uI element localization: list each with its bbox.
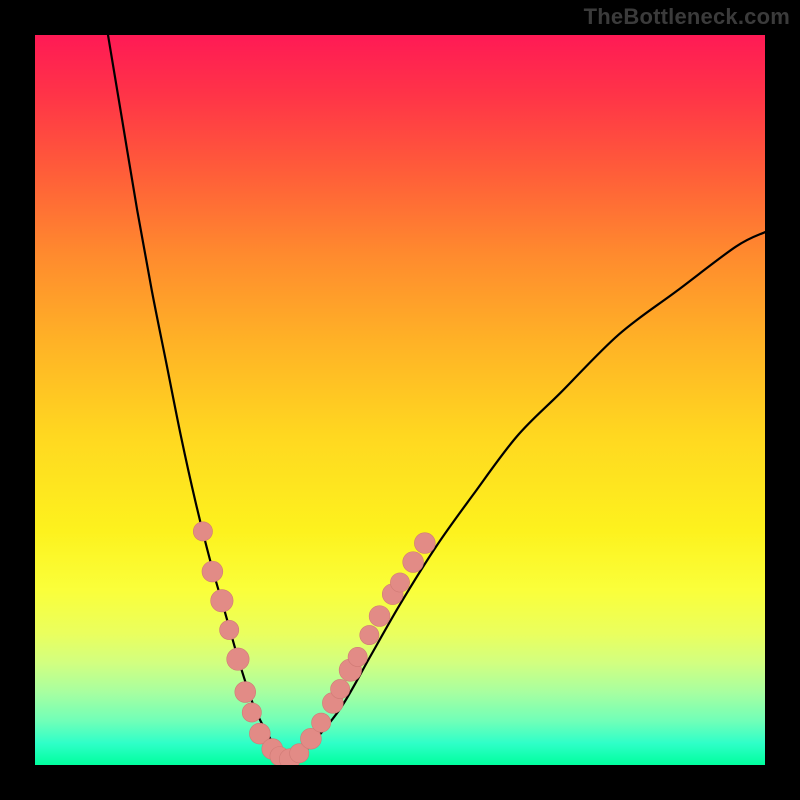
- curve-marker: [360, 625, 379, 644]
- curve-marker: [348, 647, 367, 666]
- curve-marker: [227, 648, 249, 670]
- curve-marker: [270, 747, 289, 765]
- watermark-text: TheBottleneck.com: [584, 4, 790, 30]
- curve-marker: [414, 533, 435, 554]
- curve-marker: [262, 739, 283, 760]
- plot-area: [35, 35, 765, 765]
- curve-marker: [242, 703, 261, 722]
- curve-marker: [322, 693, 343, 714]
- chart-frame: TheBottleneck.com: [0, 0, 800, 800]
- curve-marker: [339, 659, 361, 681]
- bottleneck-curve: [108, 35, 765, 760]
- curve-marker: [249, 723, 270, 744]
- curve-markers: [193, 522, 435, 765]
- curve-marker: [220, 620, 239, 639]
- curve-marker: [382, 584, 403, 605]
- curve-marker: [290, 744, 309, 763]
- chart-svg: [35, 35, 765, 765]
- curve-marker: [369, 606, 390, 627]
- curve-marker: [211, 590, 233, 612]
- curve-marker: [403, 552, 424, 573]
- curve-marker: [279, 749, 300, 765]
- curve-marker: [331, 679, 350, 698]
- curve-marker: [193, 522, 212, 541]
- curve-marker: [301, 728, 322, 749]
- curve-marker: [390, 573, 409, 592]
- curve-marker: [312, 713, 331, 732]
- curve-marker: [235, 682, 256, 703]
- curve-marker: [202, 561, 223, 582]
